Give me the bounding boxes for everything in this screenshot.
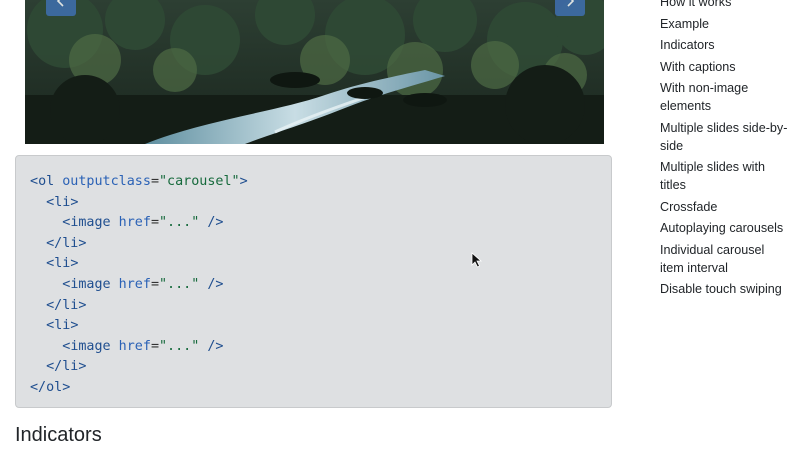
toc-link[interactable]: With captions [660, 58, 790, 76]
code-line: <ol outputclass="carousel"> [30, 172, 611, 193]
toc-link[interactable]: With non-image elements [660, 79, 790, 115]
code-token-eq: = [150, 338, 159, 354]
code-line: <li> [30, 254, 611, 275]
chevron-left-icon [56, 0, 64, 7]
code-token-val: "..." [159, 276, 200, 292]
code-line: </ol> [30, 378, 611, 399]
code-token-close: /> [199, 338, 224, 354]
code-line: </li> [30, 296, 611, 317]
code-token-close: > [78, 235, 87, 251]
code-token-open: </ [30, 379, 47, 395]
code-token-tag: li [54, 256, 71, 272]
mouse-cursor-icon [471, 252, 483, 268]
code-token-val: "carousel" [159, 174, 240, 189]
code-token-tag: li [54, 318, 71, 334]
code-token-eq: = [150, 276, 159, 292]
code-token-open: < [46, 256, 55, 272]
code-token-tag: image [70, 215, 111, 231]
river-landscape-image [25, 0, 604, 144]
code-token-close: > [62, 379, 71, 395]
code-token-attr: href [110, 338, 151, 354]
code-token-open: </ [46, 235, 63, 251]
code-token-eq: = [150, 174, 159, 189]
toc-link[interactable]: How it works [660, 0, 790, 11]
code-token-attr: href [110, 276, 151, 292]
code-token-indent [30, 339, 62, 354]
code-token-tag: image [70, 338, 111, 354]
code-line: <image href="..." /> [30, 213, 611, 234]
code-token-indent [30, 215, 62, 230]
code-line: <image href="..." /> [30, 275, 611, 296]
code-token-indent [30, 298, 46, 313]
code-token-tag: li [62, 297, 79, 313]
table-of-contents: How it works Example Indicators With captio… [660, 0, 790, 302]
toc-link[interactable]: Crossfade [660, 198, 790, 216]
code-token-close: /> [199, 276, 224, 292]
code-token-close: > [239, 174, 248, 189]
code-token-open: </ [46, 359, 63, 375]
code-token-val: "..." [159, 338, 200, 354]
toc-link[interactable]: Autoplaying carousels [660, 219, 790, 237]
code-token-close: > [70, 256, 79, 272]
toc-link[interactable]: Individual carousel item interval [660, 241, 790, 277]
toc-link[interactable]: Disable touch swiping [660, 280, 790, 298]
code-token-close: > [78, 297, 87, 313]
carousel-image [25, 0, 604, 144]
code-line: <li> [30, 316, 611, 337]
toc-link[interactable]: Multiple slides with titles [660, 158, 790, 194]
code-token-indent [30, 359, 46, 374]
code-block: <ol outputclass="carousel"> <li> <image … [15, 155, 612, 408]
code-token-val: "..." [159, 215, 200, 231]
code-line: </li> [30, 234, 611, 255]
code-line: <li> [30, 193, 611, 214]
code-token-eq: = [150, 215, 159, 231]
code-token-tag: ol [38, 174, 55, 189]
code-token-tag: li [62, 235, 79, 251]
code-token-attr: href [110, 215, 151, 231]
code-text: <ol outputclass="carousel"> <li> <image … [16, 156, 611, 399]
section-heading-indicators: Indicators [15, 424, 102, 446]
code-line: </li> [30, 357, 611, 378]
code-token-tag: li [62, 359, 79, 375]
toc-link[interactable]: Indicators [660, 36, 790, 54]
code-token-open: < [30, 174, 39, 189]
code-token-indent [30, 256, 46, 271]
code-token-open: < [46, 318, 55, 334]
toc-link[interactable]: Example [660, 15, 790, 33]
code-token-indent [30, 195, 46, 210]
code-token-indent [30, 236, 46, 251]
code-token-open: < [46, 194, 55, 210]
code-token-tag: image [70, 276, 111, 292]
code-line: <image href="..." /> [30, 337, 611, 358]
code-token-indent [30, 277, 62, 292]
chevron-right-icon [567, 0, 575, 7]
code-token-tag: li [54, 194, 71, 210]
code-token-attr: outputclass [54, 174, 151, 189]
carousel-prev-button[interactable] [46, 0, 76, 16]
carousel-next-button[interactable] [555, 0, 585, 16]
code-token-close: > [78, 359, 87, 375]
code-token-close: > [70, 318, 79, 334]
code-token-open: </ [46, 297, 63, 313]
code-token-tag: ol [46, 379, 63, 395]
code-token-indent [30, 318, 46, 333]
code-token-close: /> [199, 215, 224, 231]
toc-link[interactable]: Multiple slides side-by-side [660, 119, 790, 155]
code-token-close: > [70, 194, 79, 210]
